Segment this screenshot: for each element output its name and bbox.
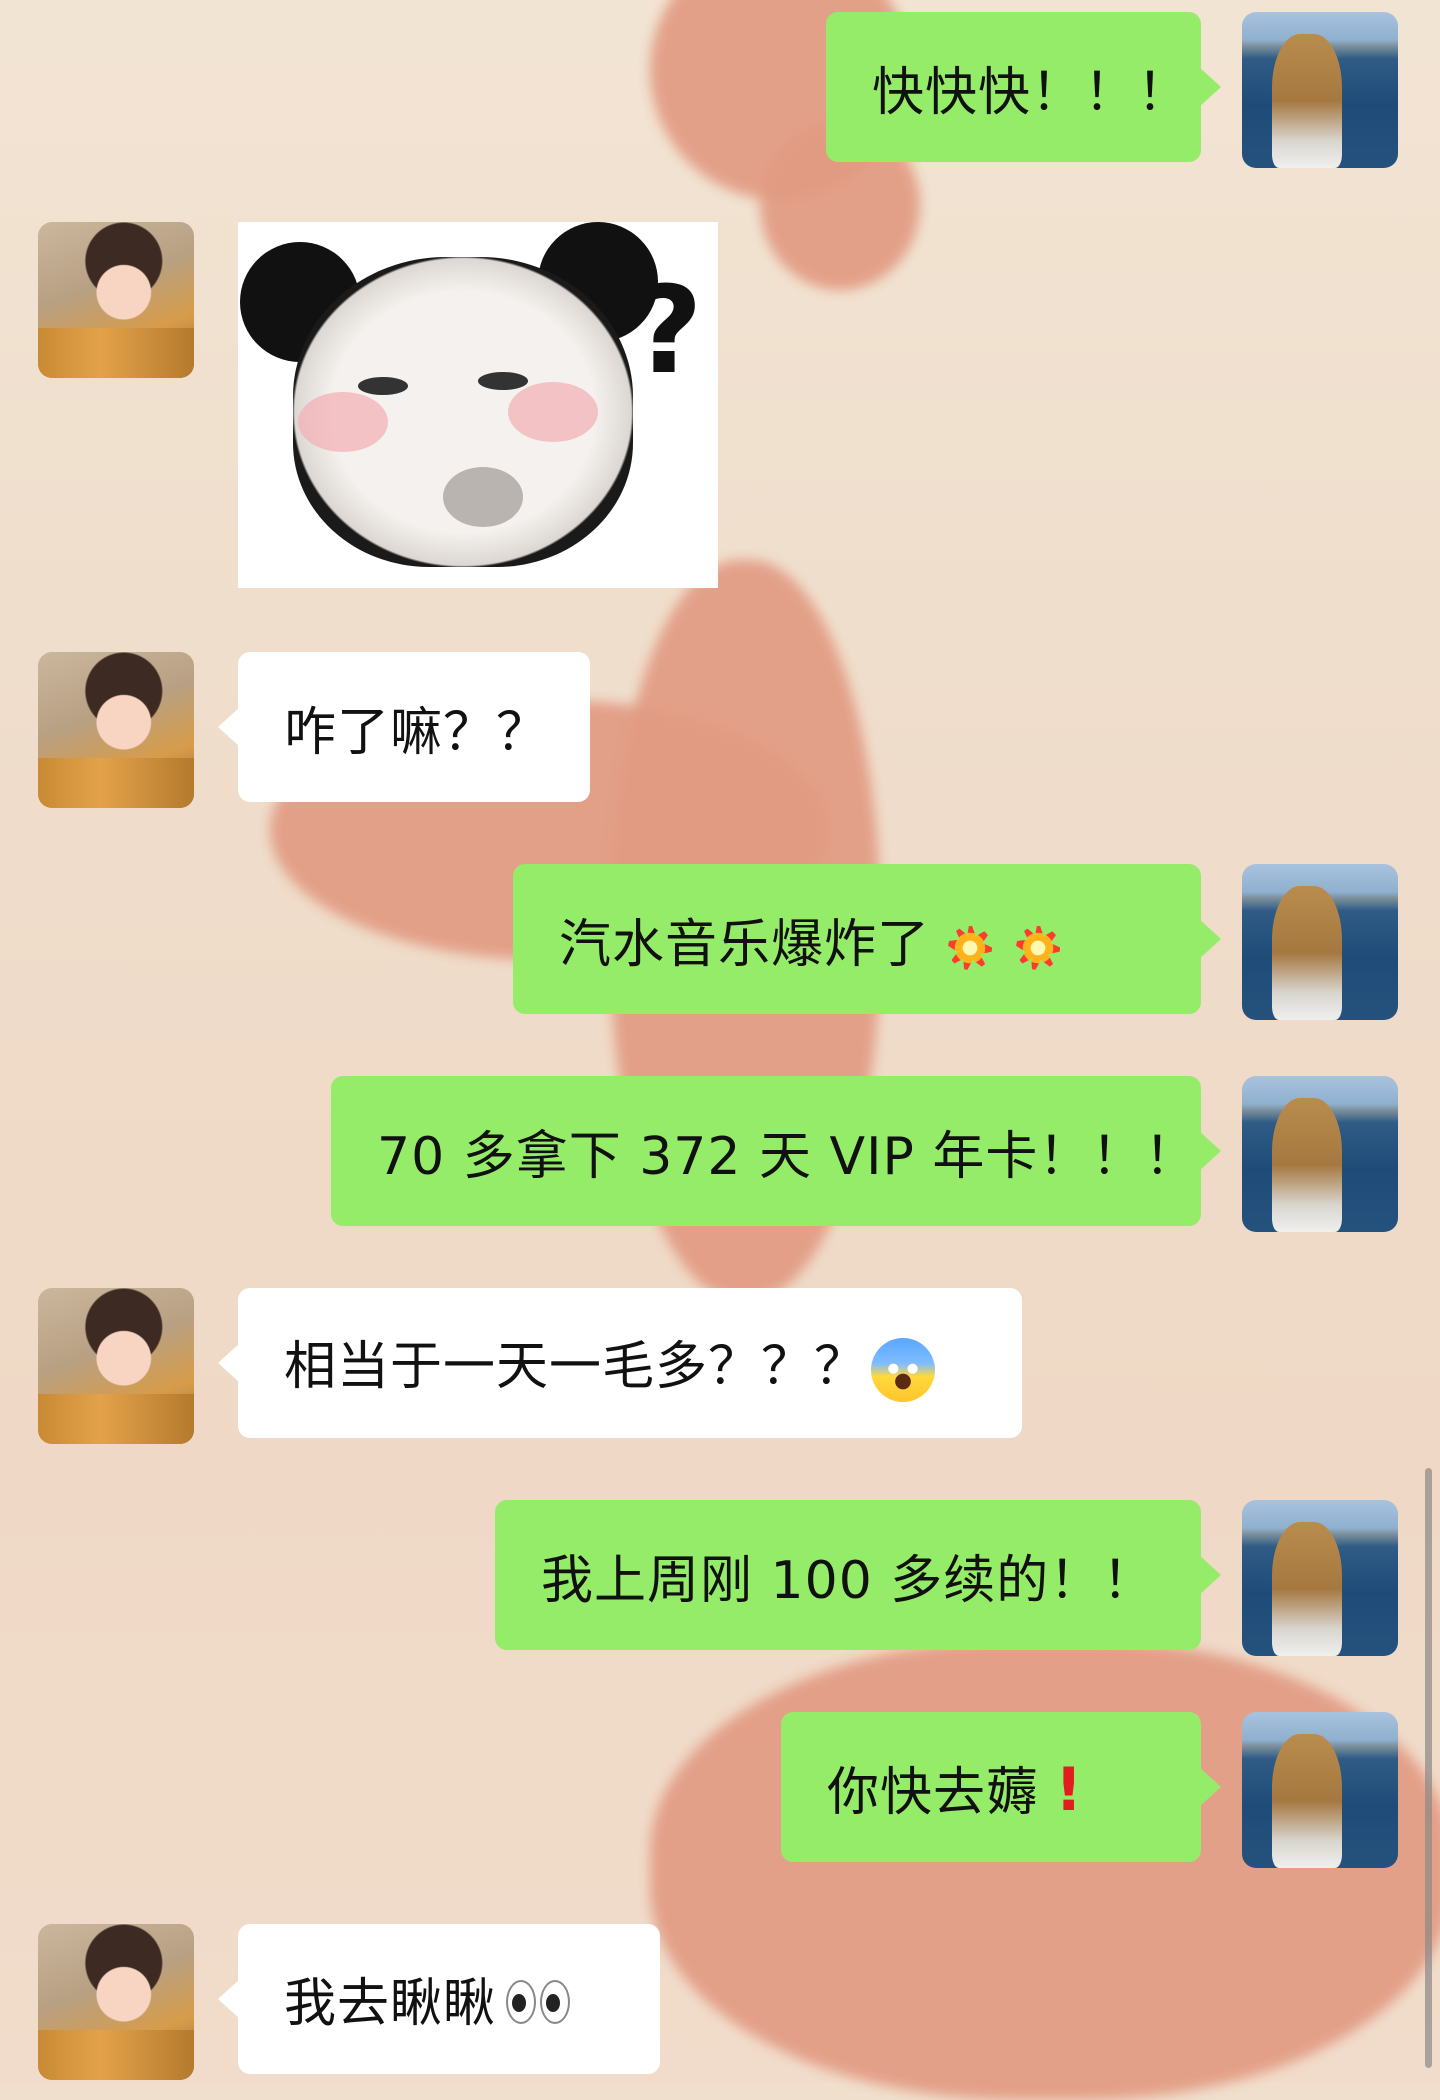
- collision-emoji: [1010, 920, 1066, 976]
- outgoing-message-bubble[interactable]: 汽水音乐爆炸了: [513, 864, 1221, 1014]
- message-text-content: 我去瞅瞅: [284, 1974, 497, 2034]
- panda-cheek: [508, 382, 598, 442]
- message-row: [0, 222, 1440, 588]
- message-text: 70 多拿下 372 天 VIP 年卡！！！: [377, 1126, 1198, 1187]
- incoming-message-bubble[interactable]: 我去瞅瞅: [218, 1924, 660, 2074]
- message-text-content: 相当于一天一毛多？？？: [284, 1337, 868, 1397]
- message-row: 相当于一天一毛多？？？: [0, 1288, 1440, 1444]
- message-text: 相当于一天一毛多？？？: [238, 1324, 981, 1402]
- my-avatar[interactable]: [1242, 1076, 1398, 1232]
- incoming-message-bubble[interactable]: 咋了嘛？？: [218, 652, 590, 802]
- message-row: 快快快！！！: [0, 12, 1440, 168]
- panda-eye: [358, 377, 408, 395]
- eye-icon: [506, 1980, 537, 2024]
- message-text-content: 你快去薅: [827, 1762, 1040, 1823]
- scrollbar[interactable]: [1425, 1468, 1432, 2068]
- eyes-emoji: [502, 1977, 571, 2037]
- contact-avatar[interactable]: [38, 1924, 194, 2080]
- face-screaming-emoji: [871, 1338, 936, 1402]
- my-avatar[interactable]: [1242, 864, 1398, 1020]
- my-avatar[interactable]: [1242, 1500, 1398, 1656]
- message-row: 70 多拿下 372 天 VIP 年卡！！！: [0, 1076, 1440, 1232]
- my-avatar[interactable]: [1242, 1712, 1398, 1868]
- outgoing-message-bubble[interactable]: 快快快！！！: [826, 12, 1221, 162]
- incoming-message-bubble[interactable]: 相当于一天一毛多？？？: [218, 1288, 1022, 1438]
- message-text: 你快去薅!: [781, 1750, 1129, 1825]
- eye-icon: [540, 1980, 571, 2024]
- message-row: 咋了嘛？？: [0, 652, 1440, 808]
- message-text: 咋了嘛？？: [284, 702, 550, 763]
- question-mark-icon: ?: [633, 262, 703, 401]
- message-row: 你快去薅!: [0, 1712, 1440, 1868]
- contact-avatar[interactable]: [38, 222, 194, 378]
- contact-avatar[interactable]: [38, 1288, 194, 1444]
- message-text: 汽水音乐爆炸了: [513, 902, 1112, 977]
- outgoing-message-bubble[interactable]: 70 多拿下 372 天 VIP 年卡！！！: [331, 1076, 1221, 1226]
- message-text-content: 汽水音乐爆炸了: [559, 914, 931, 975]
- message-text: 快快快！！！: [872, 62, 1191, 123]
- message-text: 我上周刚 100 多续的！！: [541, 1550, 1156, 1611]
- red-exclamation-emoji: !: [1055, 1754, 1084, 1825]
- panda-eye: [478, 372, 528, 390]
- panda-mouth: [443, 467, 523, 527]
- message-row: 汽水音乐爆炸了: [0, 864, 1440, 1020]
- panda-sticker-image[interactable]: ?: [238, 222, 718, 588]
- collision-emoji: [942, 920, 998, 976]
- outgoing-message-bubble[interactable]: 你快去薅!: [781, 1712, 1221, 1862]
- contact-avatar[interactable]: [38, 652, 194, 808]
- message-row: 我上周刚 100 多续的！！: [0, 1500, 1440, 1656]
- message-row: 我去瞅瞅: [0, 1924, 1440, 2080]
- outgoing-message-bubble[interactable]: 我上周刚 100 多续的！！: [495, 1500, 1221, 1650]
- panda-cheek: [298, 392, 388, 452]
- message-text: 我去瞅瞅: [238, 1961, 616, 2037]
- my-avatar[interactable]: [1242, 12, 1398, 168]
